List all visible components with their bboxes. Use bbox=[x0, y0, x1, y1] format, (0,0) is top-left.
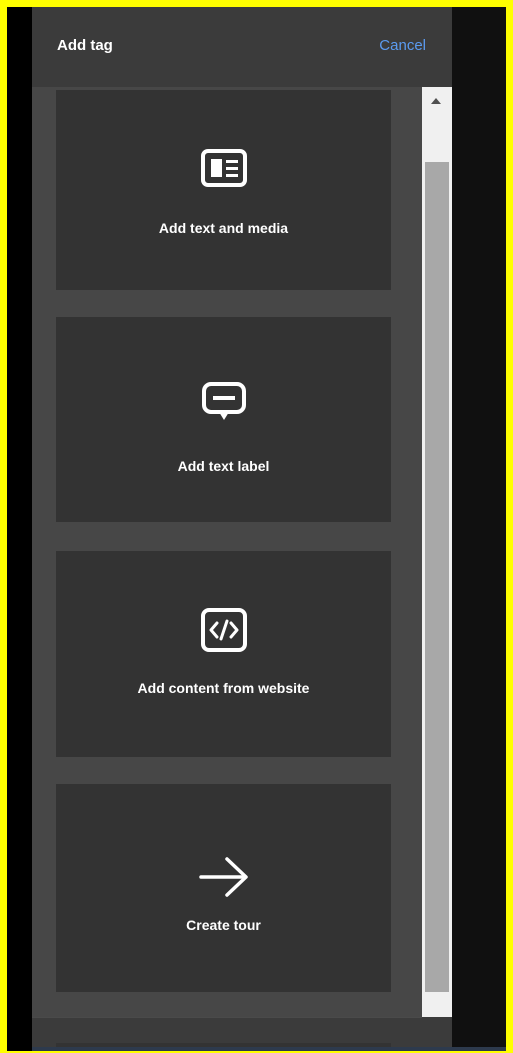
panel-footer bbox=[32, 1017, 422, 1051]
add-text-and-media-card[interactable]: Add text and media bbox=[56, 90, 391, 290]
card-label: Add text label bbox=[177, 458, 270, 474]
code-icon bbox=[200, 608, 247, 652]
bottom-edge bbox=[32, 1047, 506, 1051]
cancel-button[interactable]: Cancel bbox=[379, 37, 426, 54]
chevron-up-icon bbox=[431, 98, 441, 104]
card-label: Create tour bbox=[186, 917, 261, 933]
add-content-from-website-card[interactable]: Add content from website bbox=[56, 551, 391, 757]
panel-header: Add tag Cancel bbox=[32, 7, 452, 87]
left-edge bbox=[7, 7, 32, 1051]
arrow-right-icon bbox=[198, 857, 248, 897]
canvas-area bbox=[452, 7, 506, 1051]
card-label: Add text and media bbox=[158, 220, 289, 236]
scroll-up-button[interactable] bbox=[422, 87, 452, 117]
add-tag-panel: Add tag Cancel Add text and media Add te… bbox=[32, 7, 452, 1051]
scroll-thumb[interactable] bbox=[425, 162, 449, 992]
create-tour-card[interactable]: Create tour bbox=[56, 784, 391, 992]
add-text-label-card[interactable]: Add text label bbox=[56, 317, 391, 522]
text-label-icon bbox=[201, 382, 246, 420]
tag-type-list: Add text and media Add text label Add co… bbox=[32, 87, 422, 1017]
panel-title: Add tag bbox=[57, 37, 113, 54]
vertical-scrollbar[interactable] bbox=[422, 87, 452, 1017]
text-media-icon bbox=[200, 149, 247, 187]
card-label: Add content from website bbox=[137, 680, 310, 696]
